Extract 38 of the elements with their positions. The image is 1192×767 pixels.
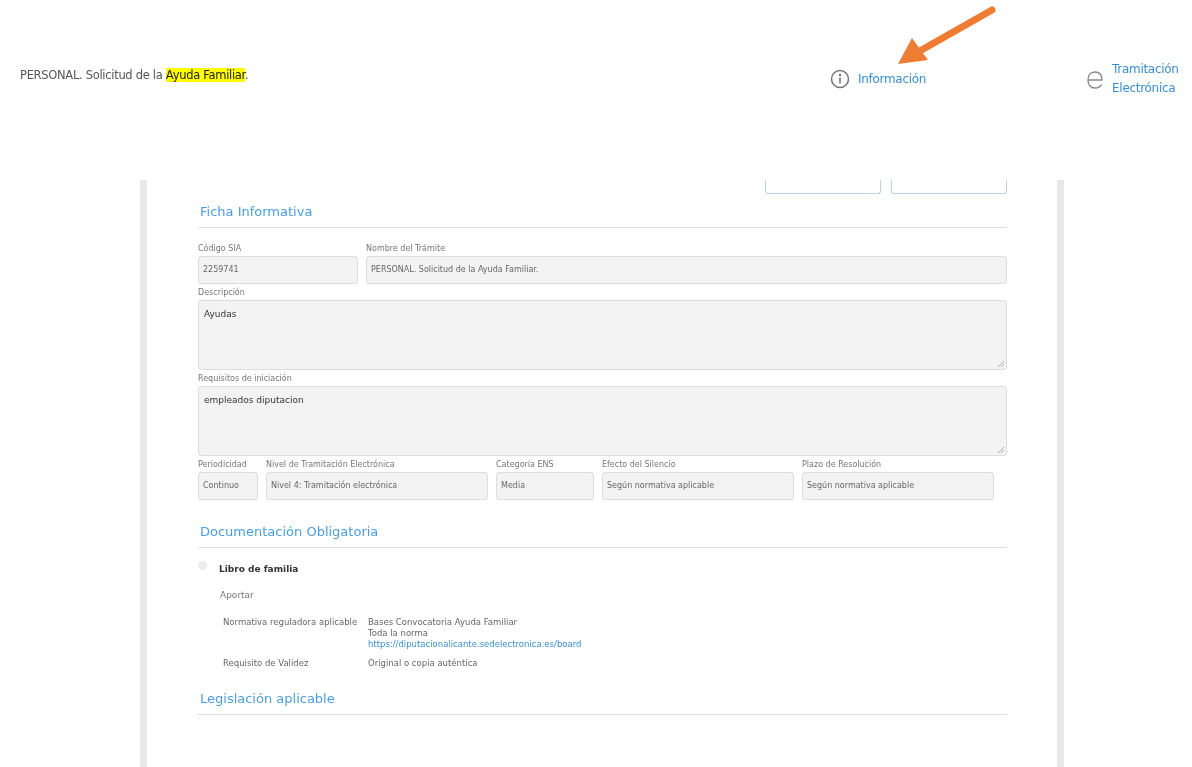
outline-button[interactable]	[891, 180, 1007, 194]
field-label: Nombre del Trámite	[366, 244, 447, 253]
document-action: Aportar	[220, 590, 255, 600]
text-area[interactable]: Ayudas	[198, 300, 1007, 370]
resize-grip-icon[interactable]	[998, 447, 1004, 453]
field-label: Plazo de Resolución	[802, 460, 883, 469]
resize-grip-icon[interactable]	[998, 361, 1004, 367]
input-field[interactable]: 2259741	[198, 256, 358, 284]
field-label: Requisitos de iniciación	[198, 374, 293, 383]
section-title: Ficha Informativa	[198, 194, 1007, 228]
detail-value: Bases Convocatoria Ayuda Familiar	[368, 617, 519, 628]
detail-value: Original o copia auténtica	[368, 658, 479, 669]
e-letter-icon	[1086, 68, 1105, 90]
field-label: Periodicidad	[198, 460, 248, 469]
input-field[interactable]: Según normativa aplicable	[602, 472, 794, 500]
input-field[interactable]: Nivel 4: Tramitación electrónica	[266, 472, 488, 500]
info-icon	[830, 69, 850, 89]
detail-value: Toda la norma	[368, 628, 429, 639]
field-label: Efecto del Silencio	[602, 460, 677, 469]
input-field[interactable]: PERSONAL. Solicitud de la Ayuda Familiar.	[366, 256, 1007, 284]
outline-button[interactable]	[765, 180, 881, 194]
field-label: Categoría ENS	[496, 460, 555, 469]
header-link[interactable]: Información	[830, 60, 927, 98]
section-title: Documentación Obligatoria	[198, 514, 1007, 548]
input-field[interactable]: Según normativa aplicable	[802, 472, 994, 500]
detail-label: Requisito de Validez	[223, 658, 310, 669]
procedure-title: PERSONAL. Solicitud de la Ayuda Familiar.	[20, 68, 249, 82]
input-field[interactable]: Media	[496, 472, 594, 500]
header-link[interactable]: Tramitación Electrónica	[1086, 60, 1179, 98]
field-label: Descripción	[198, 288, 246, 297]
detail-label: Normativa reguladora aplicable	[223, 617, 359, 629]
section-title: Legislación aplicable	[198, 681, 1007, 715]
text-area[interactable]: empleados diputacion	[198, 386, 1007, 456]
board-link[interactable]: https://diputacionalicante.sedelectronica.es/board	[368, 639, 582, 650]
document-name: Libro de familia	[219, 564, 299, 574]
field-label: Código SIA	[198, 244, 243, 253]
input-field[interactable]: Continuo	[198, 472, 258, 500]
field-label: Nivel de Tramitación Electrónica	[266, 460, 396, 469]
